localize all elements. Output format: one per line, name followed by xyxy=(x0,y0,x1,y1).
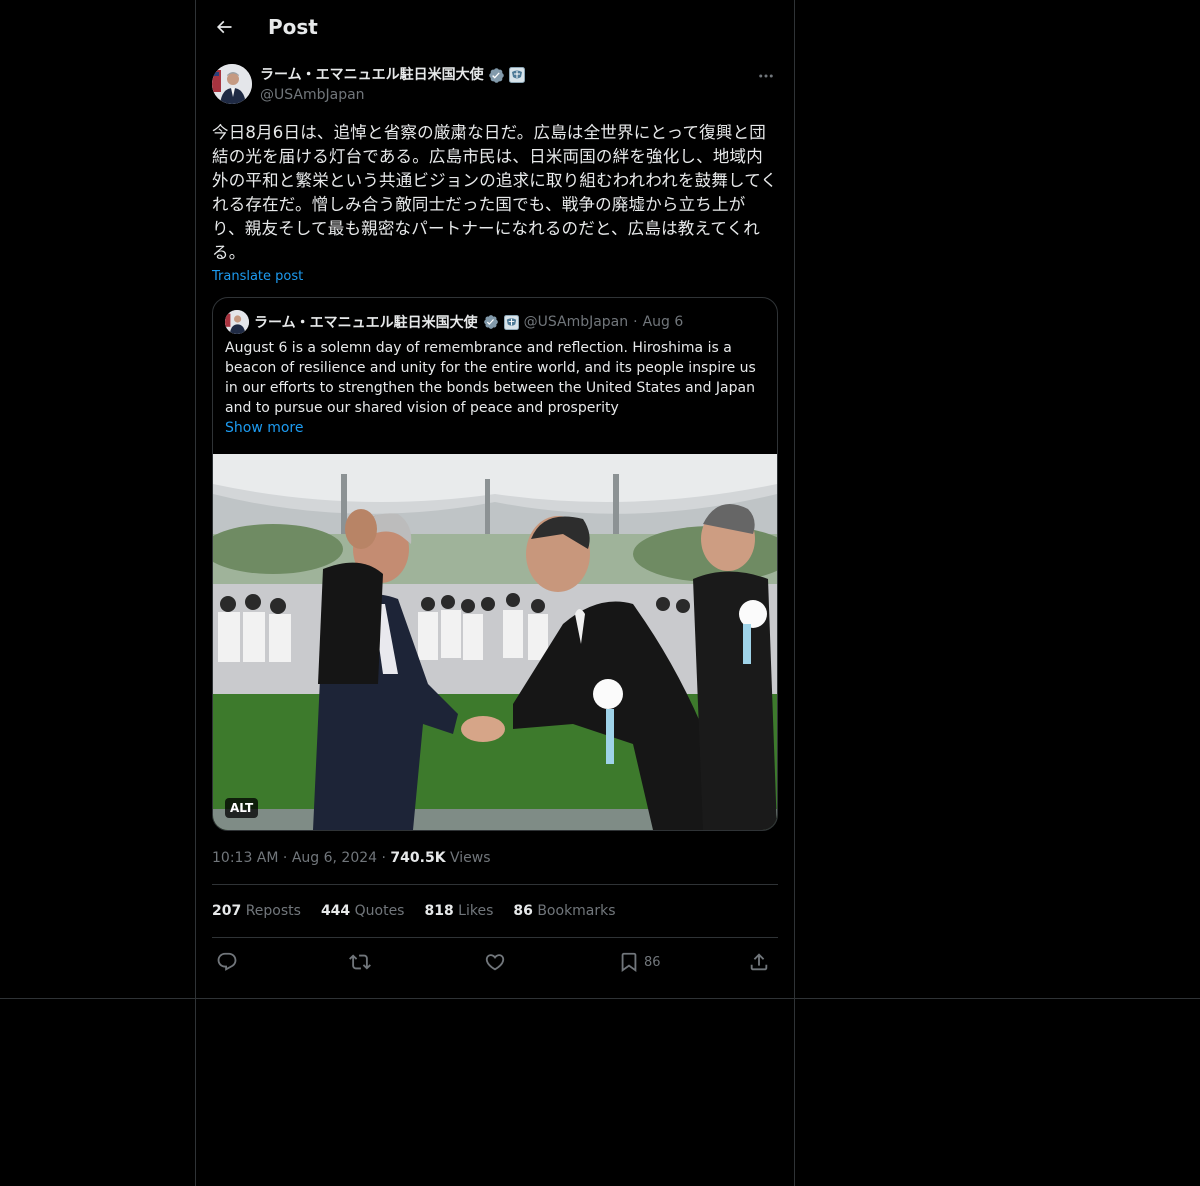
reposts-label: Reposts xyxy=(245,903,301,919)
repost-icon xyxy=(349,954,371,970)
likes-count: 818 xyxy=(424,903,454,919)
page-title: Post xyxy=(268,15,318,39)
heart-icon xyxy=(485,954,505,971)
more-options-button[interactable] xyxy=(754,64,778,88)
views-count: 740.5K xyxy=(390,850,446,866)
bookmarks-stat[interactable]: 86 Bookmarks xyxy=(513,901,615,921)
author-handle[interactable]: @USAmbJapan xyxy=(260,85,365,105)
separator-dot: · xyxy=(282,850,292,866)
show-more-link[interactable]: Show more xyxy=(225,418,304,438)
separator-dot: · xyxy=(633,314,638,330)
action-bar: 86 xyxy=(212,947,778,977)
quoted-post-text: August 6 is a solemn day of remembrance … xyxy=(225,340,756,416)
avatar[interactable] xyxy=(212,64,252,104)
verified-badge-icon xyxy=(488,67,504,83)
author-name[interactable]: ラーム・エマニュエル駐日米国大使 xyxy=(260,65,525,85)
share-icon xyxy=(750,953,768,971)
reposts-stat[interactable]: 207 Reposts xyxy=(212,901,301,921)
post-author: ラーム・エマニュエル駐日米国大使 @USAmbJapan xyxy=(212,64,778,108)
bookmark-button[interactable]: 86 xyxy=(618,949,661,975)
top-bar: Post xyxy=(196,0,794,54)
post-date[interactable]: Aug 6, 2024 xyxy=(292,850,377,866)
post-detail-column: Post ラーム・エマニュエル駐日米国大使 @USAmbJapan 今日8月6日… xyxy=(195,0,795,1186)
author-name-text: ラーム・エマニュエル駐日米国大使 xyxy=(260,67,484,83)
share-button[interactable] xyxy=(748,949,770,975)
post-text: 今日8月6日は、追悼と省察の厳粛な日だ。広島は全世界にとって復興と団結の光を届け… xyxy=(212,123,778,262)
translate-post-link[interactable]: Translate post xyxy=(212,267,303,287)
views-label: Views xyxy=(450,850,491,866)
back-button[interactable] xyxy=(208,11,240,43)
quotes-count: 444 xyxy=(320,903,351,919)
likes-label: Likes xyxy=(458,903,494,919)
like-button[interactable] xyxy=(484,949,506,975)
more-horizontal-icon xyxy=(759,74,773,78)
arrow-left-icon xyxy=(216,20,232,34)
quoted-post-header: ラーム・エマニュエル駐日米国大使 @USAmbJapan · Aug 6 xyxy=(225,310,683,334)
verified-badge-icon xyxy=(483,315,498,329)
quoted-date: Aug 6 xyxy=(642,314,684,330)
us-government-seal-icon xyxy=(503,314,519,330)
photo-handshake-ceremony xyxy=(213,454,777,830)
likes-stat[interactable]: 818 Likes xyxy=(424,901,493,921)
divider xyxy=(212,884,778,885)
divider xyxy=(212,937,778,938)
us-government-seal-icon xyxy=(508,67,525,83)
reposts-count: 207 xyxy=(212,903,242,919)
quoted-avatar xyxy=(225,310,249,334)
bookmarks-label: Bookmarks xyxy=(537,903,616,919)
engagement-stats: 207 Reposts 444 Quotes 818 Likes 86 Book… xyxy=(212,901,616,921)
alt-text-badge[interactable]: ALT xyxy=(225,798,259,818)
quoted-post[interactable]: ラーム・エマニュエル駐日米国大使 @USAmbJapan · Aug 6 Aug… xyxy=(212,297,778,831)
post-time[interactable]: 10:13 AM xyxy=(212,850,278,866)
quotes-label: Quotes xyxy=(354,903,405,919)
quoted-author-name: ラーム・エマニュエル駐日米国大使 xyxy=(254,315,478,331)
quoted-post-photo[interactable]: ALT xyxy=(213,454,777,830)
reply-icon xyxy=(217,952,237,971)
quotes-stat[interactable]: 444 Quotes xyxy=(321,901,405,921)
bookmark-icon xyxy=(621,952,637,973)
bookmarks-count: 86 xyxy=(513,903,533,919)
post-timestamp: 10:13 AM · Aug 6, 2024 · 740.5K Views xyxy=(212,848,491,868)
bookmark-count: 86 xyxy=(644,954,661,970)
reply-button[interactable] xyxy=(216,949,238,975)
repost-button[interactable] xyxy=(349,949,371,975)
quoted-author-handle: @USAmbJapan xyxy=(523,314,629,330)
